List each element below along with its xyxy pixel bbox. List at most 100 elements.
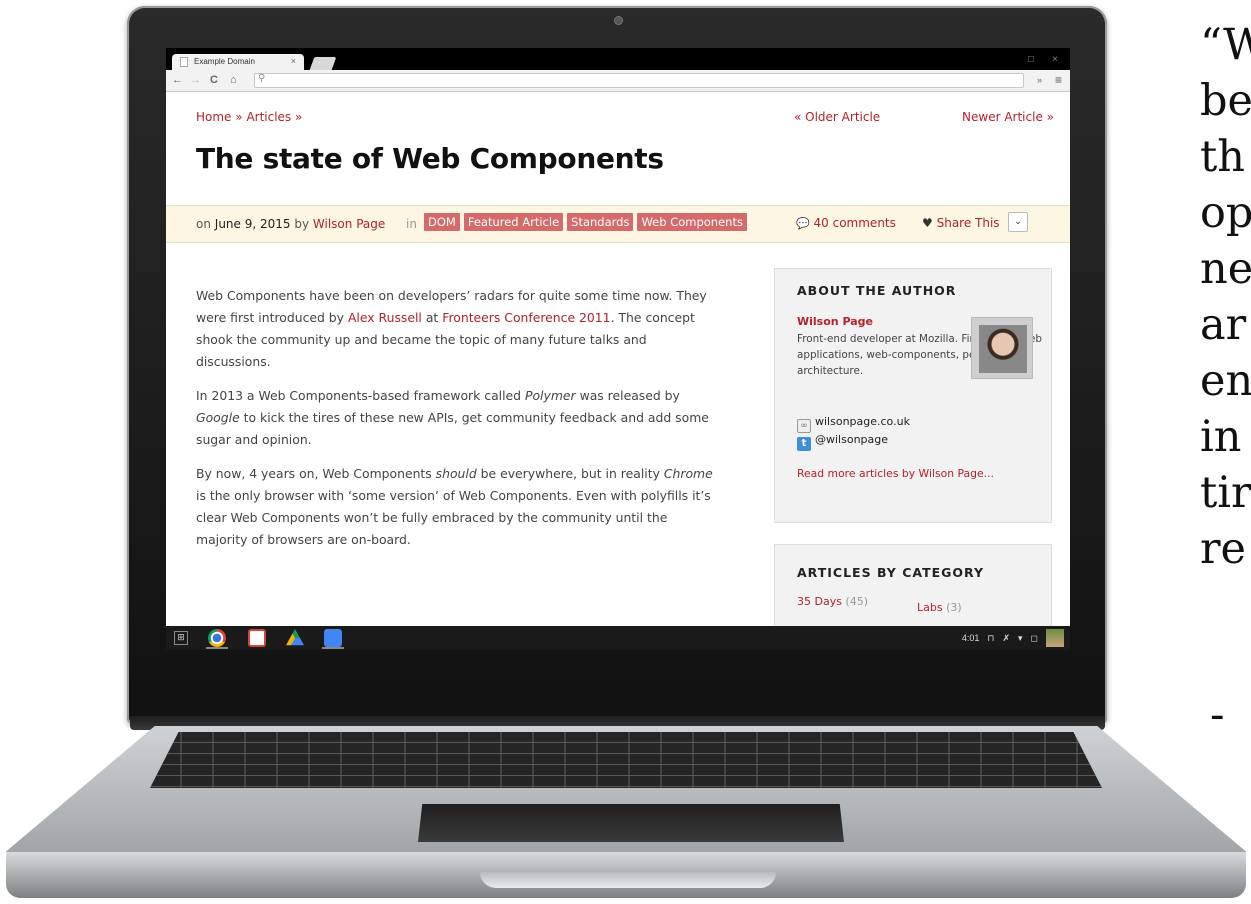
quote-line: en: [1200, 356, 1251, 406]
share-button[interactable]: ♥ Share This: [922, 216, 1000, 230]
alex-russell-link[interactable]: Alex Russell: [348, 310, 422, 325]
tag-featured-article[interactable]: Featured Article: [463, 213, 564, 231]
breadcrumb-home[interactable]: Home: [196, 110, 231, 124]
author-link[interactable]: Wilson Page: [313, 217, 385, 231]
files-icon[interactable]: [324, 629, 342, 647]
webcam: [614, 16, 623, 25]
meta-in: in: [406, 217, 417, 231]
os-shelf: ⊞ 4:01 ⊓ ✗ ▾ ◻: [166, 626, 1070, 650]
website-link[interactable]: ∞ wilsonpage.co.uk: [797, 415, 910, 433]
about-author-heading: ABOUT THE AUTHOR: [797, 283, 957, 298]
clock: 4:01: [961, 633, 980, 643]
emphasis: should: [435, 466, 477, 481]
quote-line: ne: [1200, 244, 1251, 294]
share-dropdown-button[interactable]: ⌄: [1008, 212, 1028, 232]
avatar-photo: [979, 325, 1027, 373]
home-icon[interactable]: ⌂: [230, 74, 237, 86]
emphasis: Google: [196, 410, 240, 425]
drive-icon[interactable]: [286, 629, 304, 646]
older-article-link[interactable]: « Older Article: [794, 110, 880, 124]
keyboard-rows: [150, 732, 1102, 788]
breadcrumb-articles[interactable]: Articles: [246, 110, 291, 124]
minimize-icon[interactable]: □: [1028, 54, 1034, 65]
post-info: on June 9, 2015 by Wilson Page: [196, 217, 385, 231]
post-date: June 9, 2015: [214, 217, 291, 231]
tag-web-components[interactable]: Web Components: [637, 213, 747, 231]
page-title: The state of Web Components: [196, 142, 664, 175]
comment-icon: 💬: [796, 217, 810, 230]
back-icon[interactable]: ←: [172, 74, 183, 86]
quote-line: “W: [1200, 20, 1251, 70]
web-page: Home » Articles » « Older Article Newer …: [166, 92, 1070, 626]
new-tab-button[interactable]: [309, 57, 337, 70]
emphasis: Chrome: [663, 466, 713, 481]
toolbar: ← → C ⌂ ⚲ » ≡: [166, 70, 1070, 92]
browser-tab[interactable]: Example Domain ×: [172, 54, 304, 70]
chrome-icon[interactable]: [208, 629, 226, 647]
text: be everywhere, but in reality: [476, 466, 664, 481]
battery-icon: ◻: [1030, 632, 1038, 643]
category-link[interactable]: 35 Days (45): [797, 595, 868, 608]
heart-icon: ♥: [922, 216, 933, 230]
tab-close-icon[interactable]: ×: [291, 56, 296, 66]
categories-heading: ARTICLES BY CATEGORY: [797, 565, 985, 580]
read-more-link[interactable]: Read more articles by Wilson Page...: [797, 467, 994, 480]
category-label: 35 Days: [797, 595, 842, 608]
author-name-link[interactable]: Wilson Page: [797, 315, 873, 328]
mute-icon: ✗: [1002, 632, 1010, 643]
extensions-icon[interactable]: »: [1037, 75, 1042, 85]
comments-count: 40 comments: [813, 216, 896, 230]
page-icon: [180, 57, 188, 67]
text: was released by: [575, 388, 680, 403]
reload-icon[interactable]: C: [210, 74, 218, 86]
search-icon: ⚲: [258, 73, 266, 84]
category-count: (3): [946, 601, 962, 614]
menu-icon[interactable]: ≡: [1055, 73, 1062, 87]
article-paragraph: By now, 4 years on, Web Components shoul…: [196, 463, 721, 551]
twitter-label: @wilsonpage: [815, 433, 889, 446]
quote-line: op: [1200, 188, 1251, 238]
article-paragraph: In 2013 a Web Components-based framework…: [196, 385, 721, 451]
category-count: (45): [845, 595, 869, 608]
quote-line: tir: [1200, 468, 1251, 518]
user-avatar: [1046, 629, 1064, 647]
twitter-link[interactable]: t @wilsonpage: [797, 433, 888, 451]
tag-dom[interactable]: DOM: [424, 213, 460, 231]
fronteers-conference-link[interactable]: Fronteers Conference 2011: [442, 310, 610, 325]
comments-link[interactable]: 💬 40 comments: [796, 216, 896, 230]
categories-box: ARTICLES BY CATEGORY 35 Days (45) Labs (…: [774, 544, 1052, 626]
article-body: Web Components have been on developers’ …: [196, 285, 721, 563]
text: is the only browser with ‘some version’ …: [196, 488, 711, 547]
chevron-down-icon: ⌄: [1014, 217, 1022, 227]
network-icon: ⊓: [987, 632, 995, 643]
forward-icon[interactable]: →: [190, 74, 201, 86]
website-label: wilsonpage.co.uk: [815, 415, 910, 428]
status-tray[interactable]: 4:01 ⊓ ✗ ▾ ◻: [962, 629, 1064, 647]
quote-line: in: [1200, 412, 1242, 462]
running-indicator: [206, 647, 228, 649]
address-bar[interactable]: [254, 73, 1024, 88]
category-link[interactable]: Labs (3): [917, 601, 962, 614]
screen: Example Domain × □ × ← → C ⌂ ⚲ » ≡ Home …: [166, 48, 1070, 650]
tag-standards[interactable]: Standards: [567, 213, 634, 231]
twitter-icon: t: [797, 437, 811, 451]
article-paragraph: Web Components have been on developers’ …: [196, 285, 721, 373]
quote-line: th: [1200, 132, 1245, 182]
tag-list: DOM Featured Article Standards Web Compo…: [424, 213, 747, 231]
text: In 2013 a Web Components-based framework…: [196, 388, 525, 403]
app-launcher-icon[interactable]: ⊞: [174, 631, 188, 645]
meta-by: by: [294, 217, 310, 231]
category-label: Labs: [917, 601, 943, 614]
share-label: Share This: [936, 216, 1000, 230]
quote-text: “W be th op ne ar en in tir re -: [1200, 0, 1251, 904]
author-avatar: [971, 317, 1033, 379]
about-author-box: ABOUT THE AUTHOR Wilson Page Front-end d…: [774, 268, 1052, 523]
lid-notch: [480, 872, 776, 888]
close-window-icon[interactable]: ×: [1052, 54, 1058, 65]
breadcrumb-separator: »: [235, 110, 243, 124]
quote-line: re: [1200, 524, 1247, 574]
tab-strip: Example Domain × □ ×: [166, 48, 1070, 70]
meta-on: on: [196, 217, 211, 231]
newer-article-link[interactable]: Newer Article »: [962, 110, 1054, 124]
gmail-icon[interactable]: [248, 629, 266, 647]
